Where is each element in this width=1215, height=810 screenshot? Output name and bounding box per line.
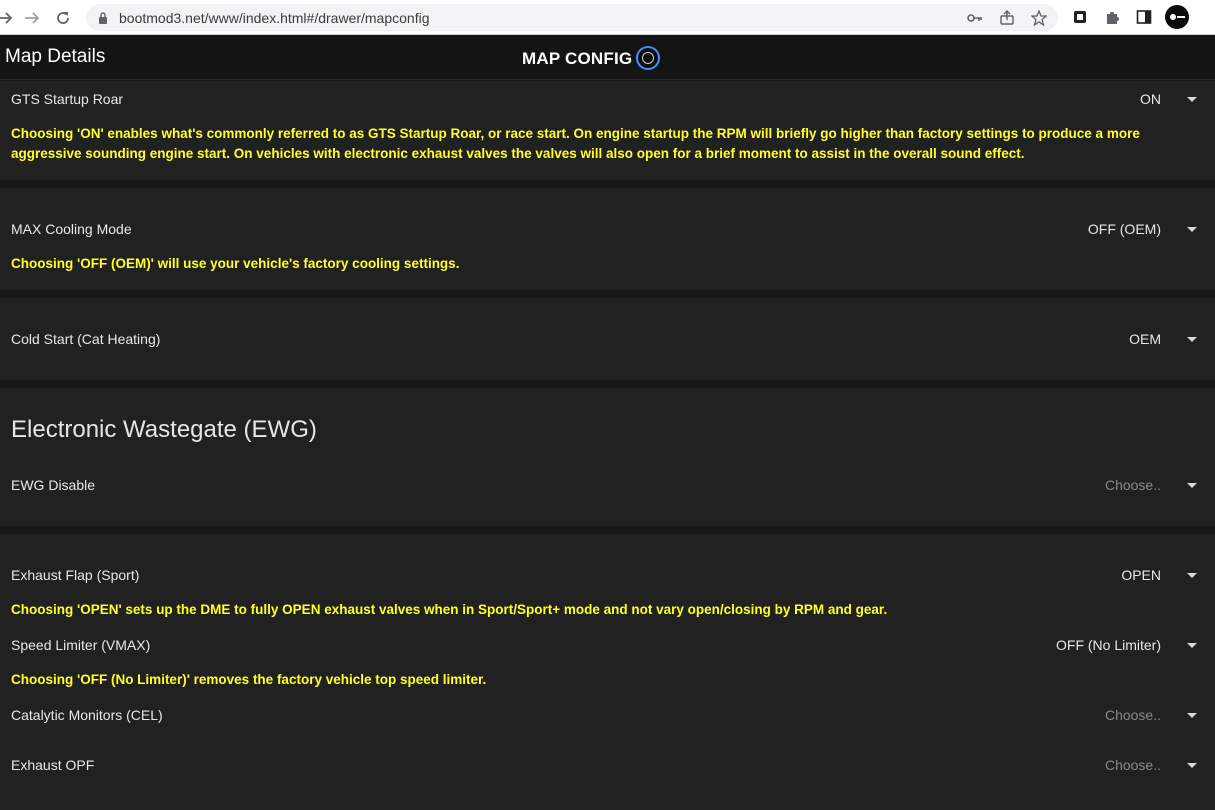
page-title: MAP CONFIG xyxy=(522,49,633,68)
setting-card-cold-start: Cold Start (Cat Heating) OEM xyxy=(0,298,1215,380)
lock-icon[interactable] xyxy=(94,9,112,27)
dropdown-arrow-icon[interactable] xyxy=(1187,573,1197,578)
setting-card-max-cooling-mode: MAX Cooling Mode OFF (OEM) Choosing 'OFF… xyxy=(0,188,1215,290)
setting-label: MAX Cooling Mode xyxy=(11,221,132,237)
setting-description: Choosing 'OFF (No Limiter)' removes the … xyxy=(11,672,487,687)
setting-label: Cold Start (Cat Heating) xyxy=(11,331,161,347)
select-value[interactable]: OFF (OEM) xyxy=(1088,221,1161,237)
share-icon[interactable] xyxy=(998,9,1016,27)
select-value[interactable]: OEM xyxy=(1129,331,1161,347)
setting-card-exhaust: Exhaust Flap (Sport) OPEN Choosing 'OPEN… xyxy=(0,534,1215,810)
select-placeholder[interactable]: Choose.. xyxy=(1105,477,1161,493)
reload-button[interactable] xyxy=(51,6,75,30)
setting-select[interactable]: OFF (OEM) xyxy=(1001,218,1201,240)
section-card-ewg: Electronic Wastegate (EWG) EWG Disable C… xyxy=(0,388,1215,526)
select-placeholder[interactable]: Choose.. xyxy=(1105,707,1161,723)
setting-label: Speed Limiter (VMAX) xyxy=(11,637,151,653)
setting-label: GTS Startup Roar xyxy=(11,91,124,107)
puzzle-icon[interactable] xyxy=(1102,7,1122,27)
section-title: Electronic Wastegate (EWG) xyxy=(11,416,317,443)
select-value[interactable]: ON xyxy=(1140,91,1161,107)
dropdown-arrow-icon[interactable] xyxy=(1187,97,1197,102)
select-value[interactable]: OFF (No Limiter) xyxy=(1056,637,1161,653)
bookmark-star-icon[interactable] xyxy=(1030,9,1048,27)
profile-avatar-icon[interactable] xyxy=(1165,5,1189,29)
setting-label: EWG Disable xyxy=(11,477,96,493)
setting-label: Exhaust OPF xyxy=(11,757,95,773)
app-header: Map Details MAP CONFIG xyxy=(0,36,1215,80)
side-panel-icon[interactable] xyxy=(1134,7,1154,27)
dropdown-arrow-icon[interactable] xyxy=(1187,337,1197,342)
setting-select[interactable]: OFF (No Limiter) xyxy=(1001,634,1201,656)
dropdown-arrow-icon[interactable] xyxy=(1187,713,1197,718)
setting-select[interactable]: Choose.. xyxy=(1001,754,1201,776)
setting-card-gts-startup-roar: GTS Startup Roar ON Choosing 'ON' enable… xyxy=(0,81,1215,180)
forward-arrow-icon[interactable] xyxy=(20,6,44,30)
setting-select[interactable]: OPEN xyxy=(1001,564,1201,586)
setting-select[interactable]: Choose.. xyxy=(1001,474,1201,496)
dropdown-arrow-icon[interactable] xyxy=(1187,763,1197,768)
browser-toolbar: bootmod3.net/www/index.html#/drawer/mapc… xyxy=(0,0,1215,35)
setting-label: Exhaust Flap (Sport) xyxy=(11,567,140,583)
setting-select[interactable]: Choose.. xyxy=(1001,704,1201,726)
key-icon[interactable] xyxy=(966,9,984,27)
setting-label: Catalytic Monitors (CEL) xyxy=(11,707,163,723)
extension-icon[interactable] xyxy=(1070,7,1090,27)
setting-description: Choosing 'OPEN' sets up the DME to fully… xyxy=(11,602,888,617)
forward-button[interactable] xyxy=(0,6,18,30)
dropdown-arrow-icon[interactable] xyxy=(1187,227,1197,232)
bm3-logo-icon xyxy=(636,46,660,70)
url-text[interactable]: bootmod3.net/www/index.html#/drawer/mapc… xyxy=(119,10,430,26)
address-bar[interactable]: bootmod3.net/www/index.html#/drawer/mapc… xyxy=(86,4,1058,31)
setting-select[interactable]: ON xyxy=(1001,88,1201,110)
dropdown-arrow-icon[interactable] xyxy=(1187,483,1197,488)
map-details-title: Map Details xyxy=(5,46,106,67)
select-placeholder[interactable]: Choose.. xyxy=(1105,757,1161,773)
setting-select[interactable]: OEM xyxy=(1001,328,1201,350)
setting-description: Choosing 'OFF (OEM)' will use your vehic… xyxy=(11,256,460,271)
select-value[interactable]: OPEN xyxy=(1121,567,1161,583)
dropdown-arrow-icon[interactable] xyxy=(1187,643,1197,648)
setting-description: Choosing 'ON' enables what's commonly re… xyxy=(11,126,1140,161)
